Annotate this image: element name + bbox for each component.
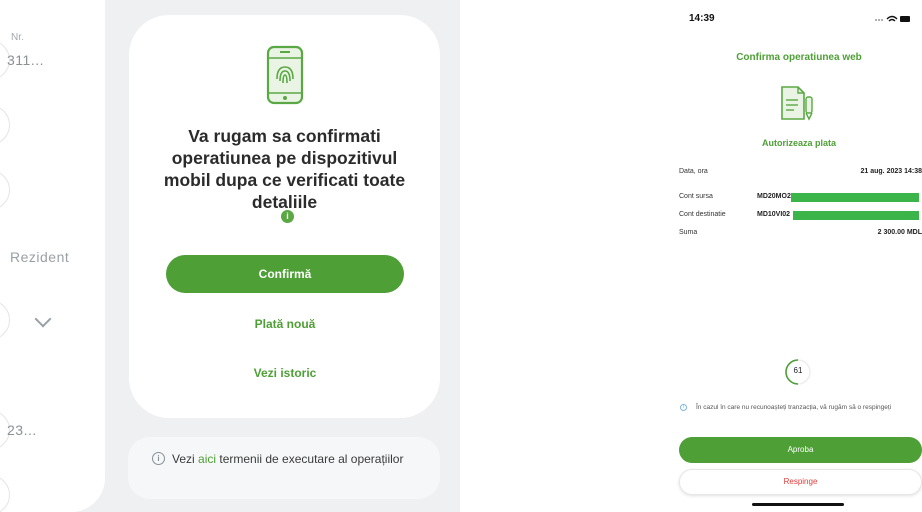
detail-row-source: Cont sursa MD20MO2 — [679, 193, 922, 205]
countdown-value: 61 — [793, 366, 803, 375]
info-icon: i — [152, 452, 165, 465]
info-icon[interactable]: i — [281, 210, 294, 223]
date-label: Data, ora — [679, 168, 708, 175]
document-signature-icon — [781, 86, 813, 121]
view-history-link[interactable]: Vezi istoric — [166, 366, 404, 380]
resident-label: Rezident — [10, 249, 70, 265]
authorize-payment-heading: Autorizeaza plata — [761, 138, 837, 148]
terms-notice: i Vezi aici termenii de executare al ope… — [128, 437, 440, 499]
mobile-app-screen: 14:39 Confirma operatiunea web Autorizea… — [676, 0, 922, 512]
source-account-label: Cont sursa — [679, 193, 713, 200]
confirmation-modal: Va rugam sa confirmati operatiunea pe di… — [129, 15, 440, 418]
approve-button[interactable]: Aproba — [679, 437, 922, 463]
amount-field[interactable]: 23... — [0, 410, 36, 450]
select-field[interactable] — [0, 300, 10, 340]
amount-value: 2 300.00 MDL — [877, 229, 922, 236]
confirmation-message: Va rugam sa confirmati operatiunea pe di… — [163, 126, 406, 212]
number-field[interactable]: 311... — [0, 40, 44, 80]
screen-title: Confirma operatiunea web — [736, 52, 862, 63]
text-field-6[interactable] — [0, 475, 10, 512]
source-account-value: MD20MO2 — [757, 193, 791, 200]
detail-row-destination: Cont destinatie MD10VI02 — [679, 211, 922, 223]
terms-prefix: Vezi — [172, 452, 199, 466]
info-icon: i — [680, 404, 687, 411]
text-field-3[interactable] — [0, 170, 10, 210]
redaction-bar — [791, 193, 919, 202]
terms-link[interactable]: aici — [198, 452, 216, 466]
status-bar-time: 14:39 — [689, 13, 715, 24]
amount-label: Suma — [679, 229, 698, 236]
destination-account-label: Cont destinatie — [679, 211, 726, 218]
home-indicator — [752, 503, 844, 506]
confirm-button[interactable]: Confirmă — [166, 255, 404, 293]
number-field-label: Nr. — [8, 32, 27, 43]
reject-button[interactable]: Respinge — [679, 469, 922, 495]
new-payment-link[interactable]: Plată nouă — [166, 317, 404, 331]
detail-row-date: Data, ora 21 aug. 2023 14:38 — [679, 168, 922, 180]
detail-row-amount: Suma 2 300.00 MDL — [679, 229, 922, 241]
signal-wifi-battery-icon — [875, 15, 910, 22]
amount-field-value: 23... — [7, 422, 37, 438]
phone-fingerprint-icon — [266, 45, 304, 105]
number-field-value: 311... — [7, 52, 44, 68]
reject-hint-text: În cazul în care nu recunoașteți tranzac… — [696, 404, 892, 411]
terms-text: Vezi aici termenii de executare al opera… — [172, 450, 422, 469]
destination-account-value: MD10VI02 — [757, 211, 791, 218]
redaction-bar — [793, 211, 919, 220]
date-value: 21 aug. 2023 14:38 — [860, 168, 922, 175]
text-field-2[interactable] — [0, 105, 10, 145]
web-banking-panel: 311... 23... Nr. Rezident Va rugam sa co… — [0, 0, 460, 512]
screenshot-composite: 311... 23... Nr. Rezident Va rugam sa co… — [0, 0, 922, 512]
terms-suffix: termenii de executare al operațiilor — [216, 452, 404, 466]
